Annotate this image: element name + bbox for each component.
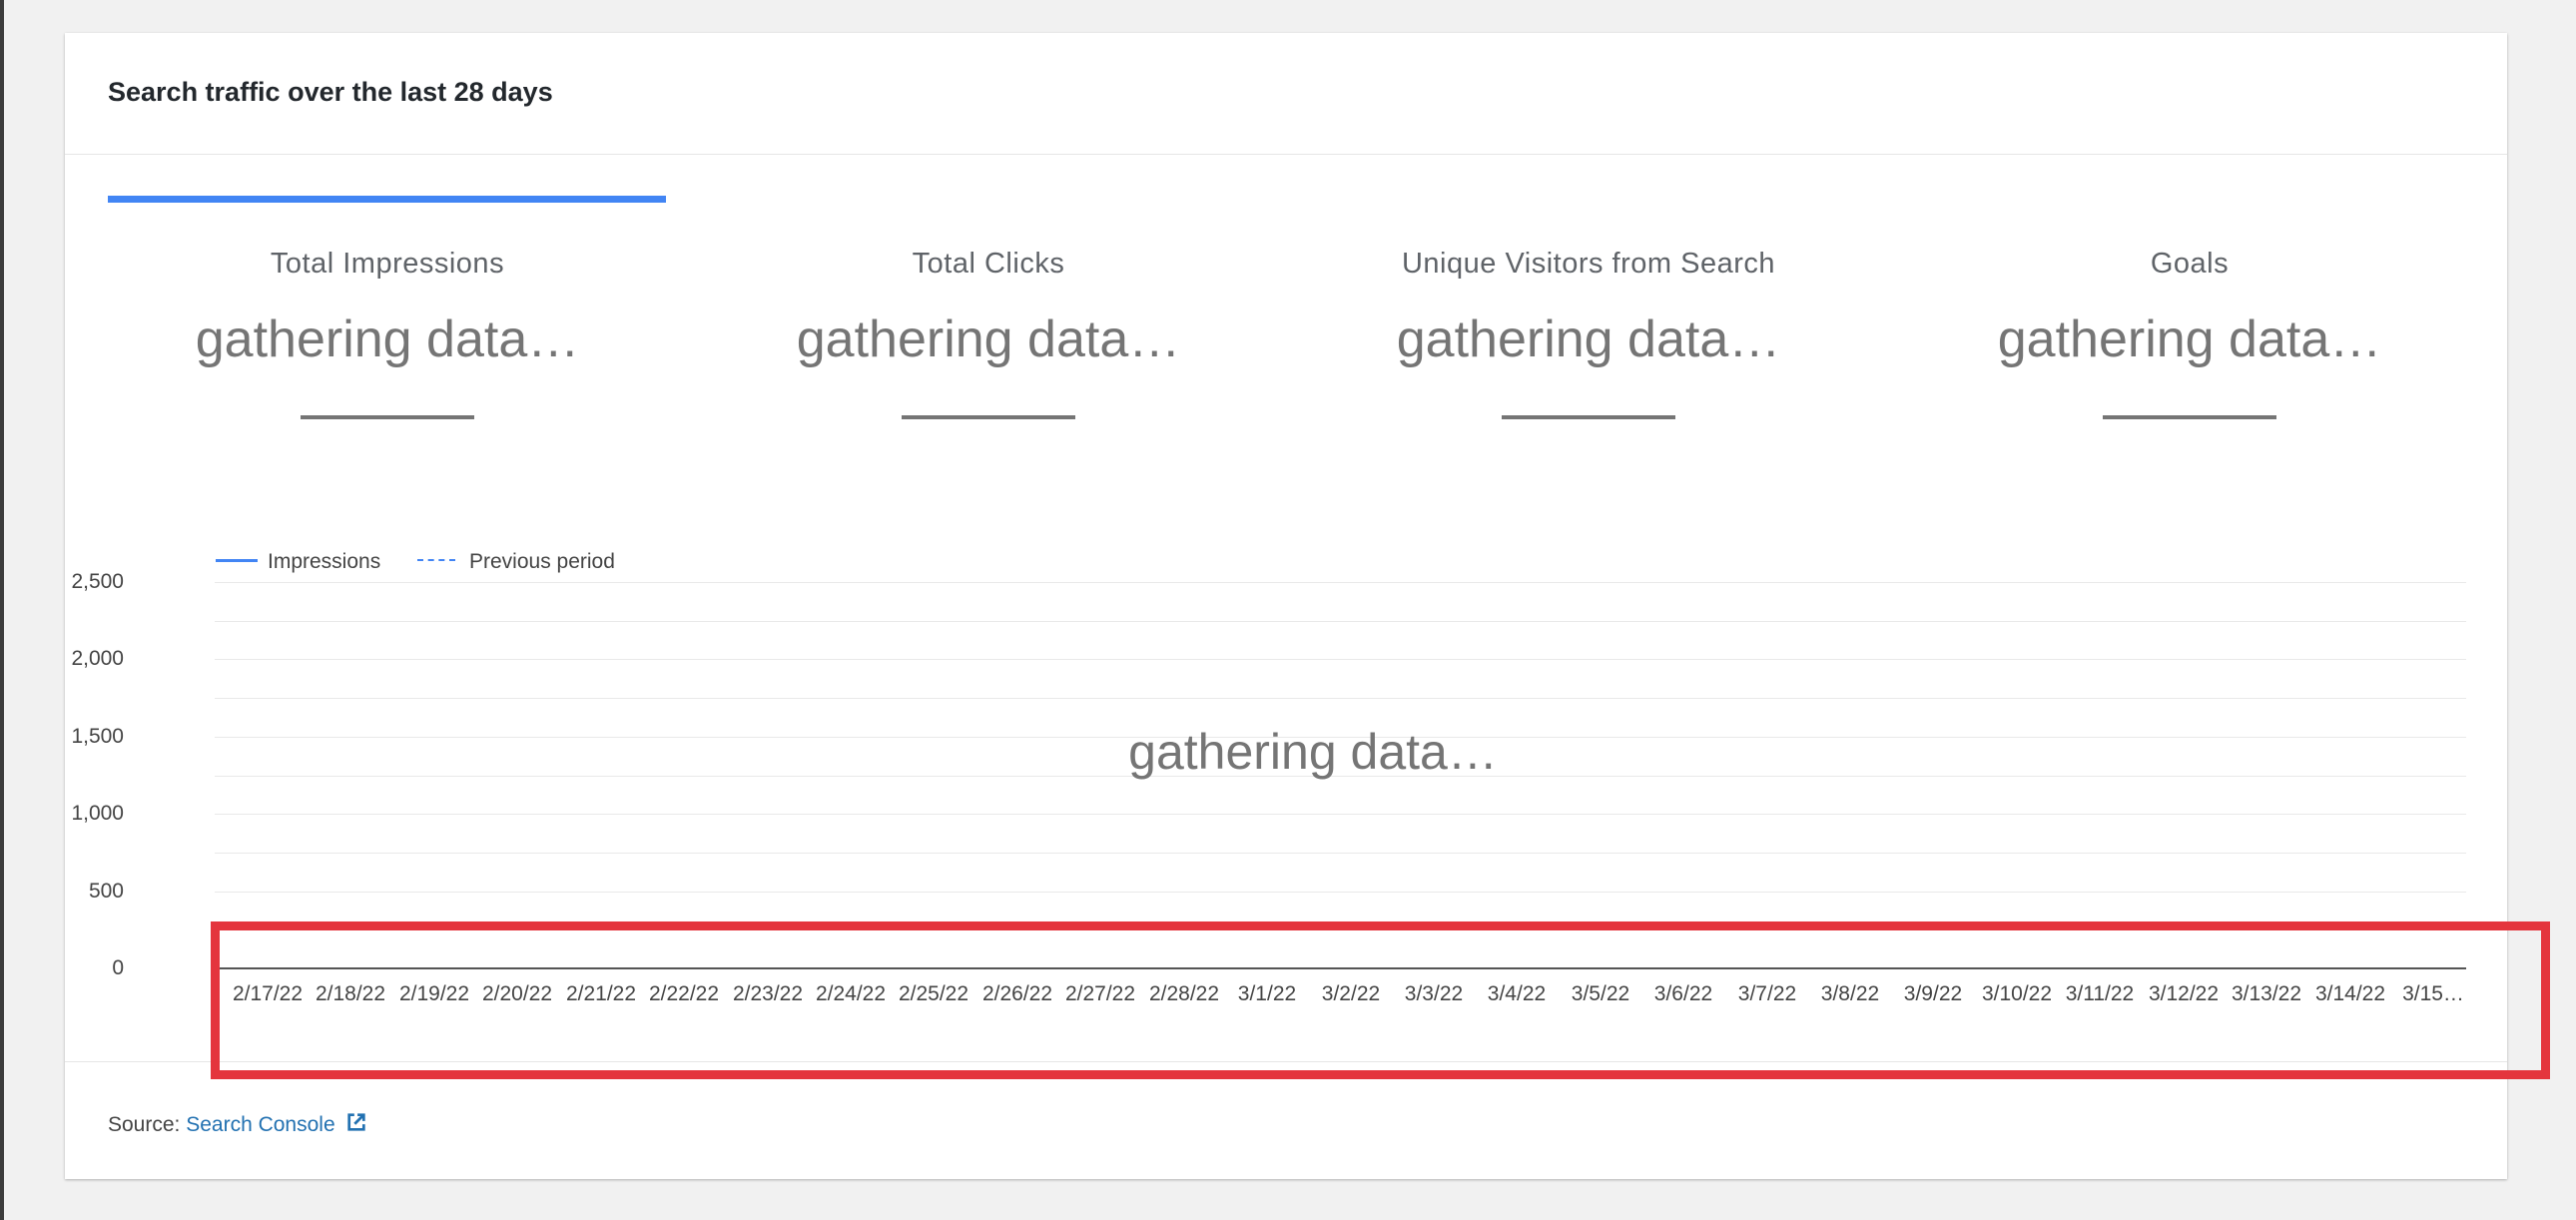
stat-underline — [1502, 415, 1675, 419]
stat-underline — [2103, 415, 2276, 419]
window-edge — [0, 0, 4, 1220]
grid-line — [215, 582, 2466, 583]
stat-value: gathering data… — [1997, 310, 2382, 368]
stat-title: Total Clicks — [912, 248, 1065, 280]
search-console-link-label: Search Console — [186, 1113, 335, 1136]
stat-title: Unique Visitors from Search — [1401, 248, 1775, 280]
stat-value: gathering data… — [796, 310, 1181, 368]
source-label: Source: — [108, 1113, 181, 1136]
card-header: Search traffic over the last 28 days — [65, 33, 2507, 155]
legend-label: Impressions — [268, 550, 381, 573]
y-axis-tick-label: 1,500 — [71, 725, 124, 748]
grid-line — [215, 853, 2466, 854]
source-line: Source: Search Console — [108, 1112, 369, 1138]
chart-gathering-data-message: gathering data… — [1128, 724, 1498, 780]
y-axis-tick-label: 500 — [88, 880, 124, 903]
highlight-annotation-box — [211, 921, 2550, 1079]
y-axis-tick-label: 2,000 — [71, 647, 124, 670]
search-traffic-card: Search traffic over the last 28 days Tot… — [65, 33, 2550, 1179]
stat-goals[interactable]: Goals gathering data… — [1910, 246, 2469, 419]
grid-line — [215, 698, 2466, 699]
y-axis-tick-label: 1,000 — [71, 802, 124, 825]
stat-unique-visitors[interactable]: Unique Visitors from Search gathering da… — [1309, 246, 1868, 419]
legend-item-impressions[interactable]: Impressions — [216, 547, 380, 577]
stat-total-impressions[interactable]: Total Impressions gathering data… — [108, 246, 667, 419]
stat-title: Total Impressions — [270, 248, 505, 280]
y-axis-tick-label: 0 — [112, 956, 124, 979]
stat-underline — [902, 415, 1075, 419]
grid-line — [215, 892, 2466, 893]
stat-total-clicks[interactable]: Total Clicks gathering data… — [709, 246, 1268, 419]
stat-underline — [301, 415, 474, 419]
stat-value: gathering data… — [1396, 310, 1781, 368]
dashed-line-icon — [417, 559, 455, 562]
external-link-icon — [343, 1109, 369, 1135]
grid-line — [215, 659, 2466, 660]
card-title: Search traffic over the last 28 days — [108, 77, 553, 107]
stat-value: gathering data… — [195, 310, 580, 368]
y-axis-tick-label: 2,500 — [71, 570, 124, 593]
search-console-link[interactable]: Search Console — [186, 1113, 368, 1136]
active-tab-indicator — [108, 196, 666, 203]
solid-line-icon — [216, 558, 258, 562]
grid-line — [215, 814, 2466, 815]
stat-title: Goals — [2150, 248, 2230, 280]
legend-label: Previous period — [469, 550, 615, 573]
grid-line — [215, 621, 2466, 622]
legend-item-previous-period[interactable]: Previous period — [417, 547, 615, 577]
